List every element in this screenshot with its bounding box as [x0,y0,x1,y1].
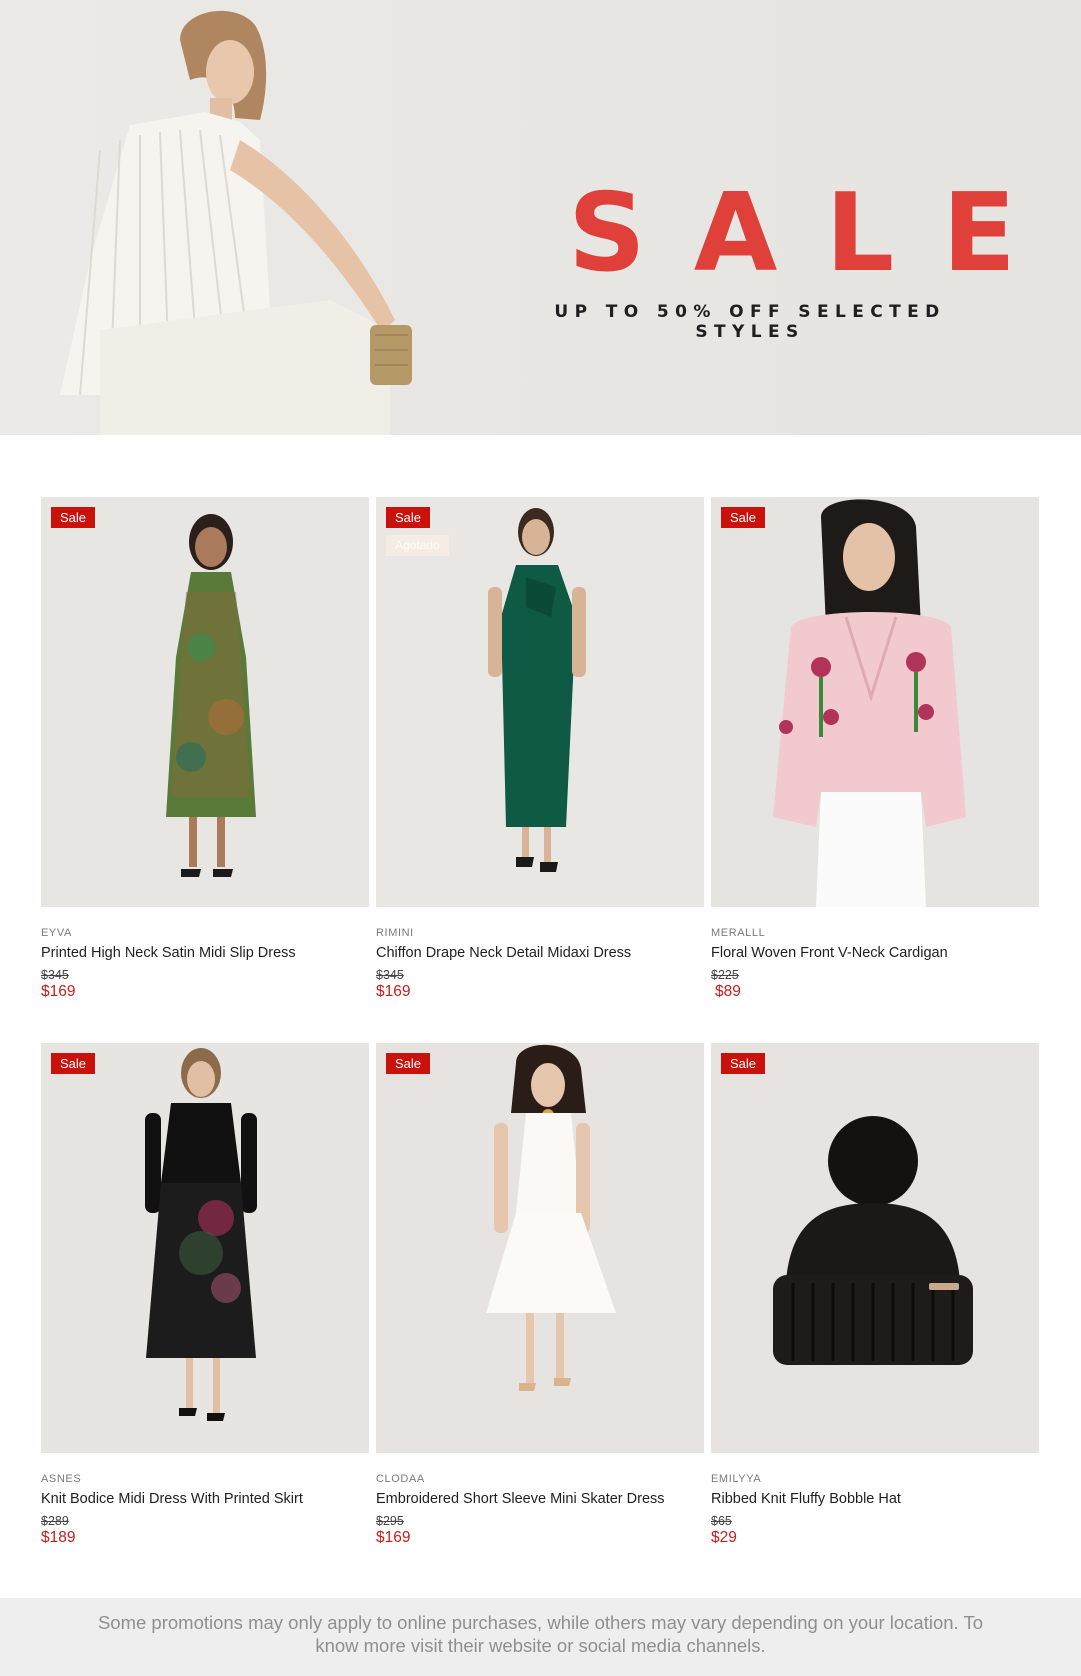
product-brand: MERALLL [711,927,766,939]
product-name-link[interactable]: Embroidered Short Sleeve Mini Skater Dre… [376,1490,704,1508]
product-brand: RIMINI [376,927,414,939]
hero-subtitle: UP TO 50% OFF SELECTED STYLES [554,302,946,342]
product-brand: ASNES [41,1473,82,1485]
sale-badge: Sale [721,507,766,528]
original-price: $65 [711,1514,732,1528]
sale-badge: Sale [721,1053,766,1074]
hero-banner[interactable]: SALE UP TO 50% OFF SELECTED STYLES [0,0,1081,435]
sold-out-badge: Agotado [386,535,449,556]
promotions-disclaimer: Some promotions may only apply to online… [0,1598,1081,1676]
sale-badge: Sale [51,507,96,528]
sale-price: $169 [376,1529,411,1546]
product-photo [376,497,704,907]
product-card[interactable]: Sale CLODAA Embroidered Short Sleeve Min… [376,1043,704,1547]
product-name-link[interactable]: Chiffon Drape Neck Detail Midaxi Dress [376,944,704,962]
product-name-link[interactable]: Knit Bodice Midi Dress With Printed Skir… [41,1490,369,1508]
product-name-link[interactable]: Ribbed Knit Fluffy Bobble Hat [711,1490,1039,1508]
sale-price: $29 [711,1529,737,1546]
product-image[interactable]: Sale [376,1043,704,1453]
product-photo [376,1043,704,1453]
product-photo [711,1043,1039,1453]
product-card[interactable]: Sale EMILYYA Ribbed Knit Fluffy Bobble H… [711,1043,1039,1547]
original-price: $225 [711,968,739,982]
product-image[interactable]: Sale [41,1043,369,1453]
original-price: $295 [376,1514,404,1528]
sale-badge: Sale [386,507,431,528]
product-brand: CLODAA [376,1473,425,1485]
hero-model-image [60,10,412,435]
product-image[interactable]: Sale [711,497,1039,907]
product-photo [41,497,369,907]
product-image[interactable]: Sale [711,1043,1039,1453]
product-card[interactable]: Sale ASNES Knit Bodice Midi Dress With P… [41,1043,369,1547]
product-photo [711,497,1039,907]
product-card[interactable]: Sale MERALLL Floral Woven Front V-Neck C… [711,497,1039,1001]
sale-price: $89 [715,983,741,1000]
product-brand: EMILYYA [711,1473,762,1485]
product-image[interactable]: Sale [41,497,369,907]
hero-sale-title: SALE [568,171,1064,296]
product-photo [41,1043,369,1453]
original-price: $345 [41,968,69,982]
sale-price: $189 [41,1529,76,1546]
product-name-link[interactable]: Printed High Neck Satin Midi Slip Dress [41,944,369,962]
original-price: $289 [41,1514,69,1528]
original-price: $345 [376,968,404,982]
product-card[interactable]: Sale Agotado RIMINI Chiffon Drape Neck D… [376,497,704,1001]
product-brand: EYVA [41,927,72,939]
product-card[interactable]: Sale EYVA Printed High Neck Satin Midi S… [41,497,369,1001]
sale-badge: Sale [386,1053,431,1074]
product-image[interactable]: Sale Agotado [376,497,704,907]
sale-price: $169 [376,983,411,1000]
product-name-link[interactable]: Floral Woven Front V-Neck Cardigan [711,944,1039,962]
sale-price: $169 [41,983,76,1000]
sale-badge: Sale [51,1053,96,1074]
